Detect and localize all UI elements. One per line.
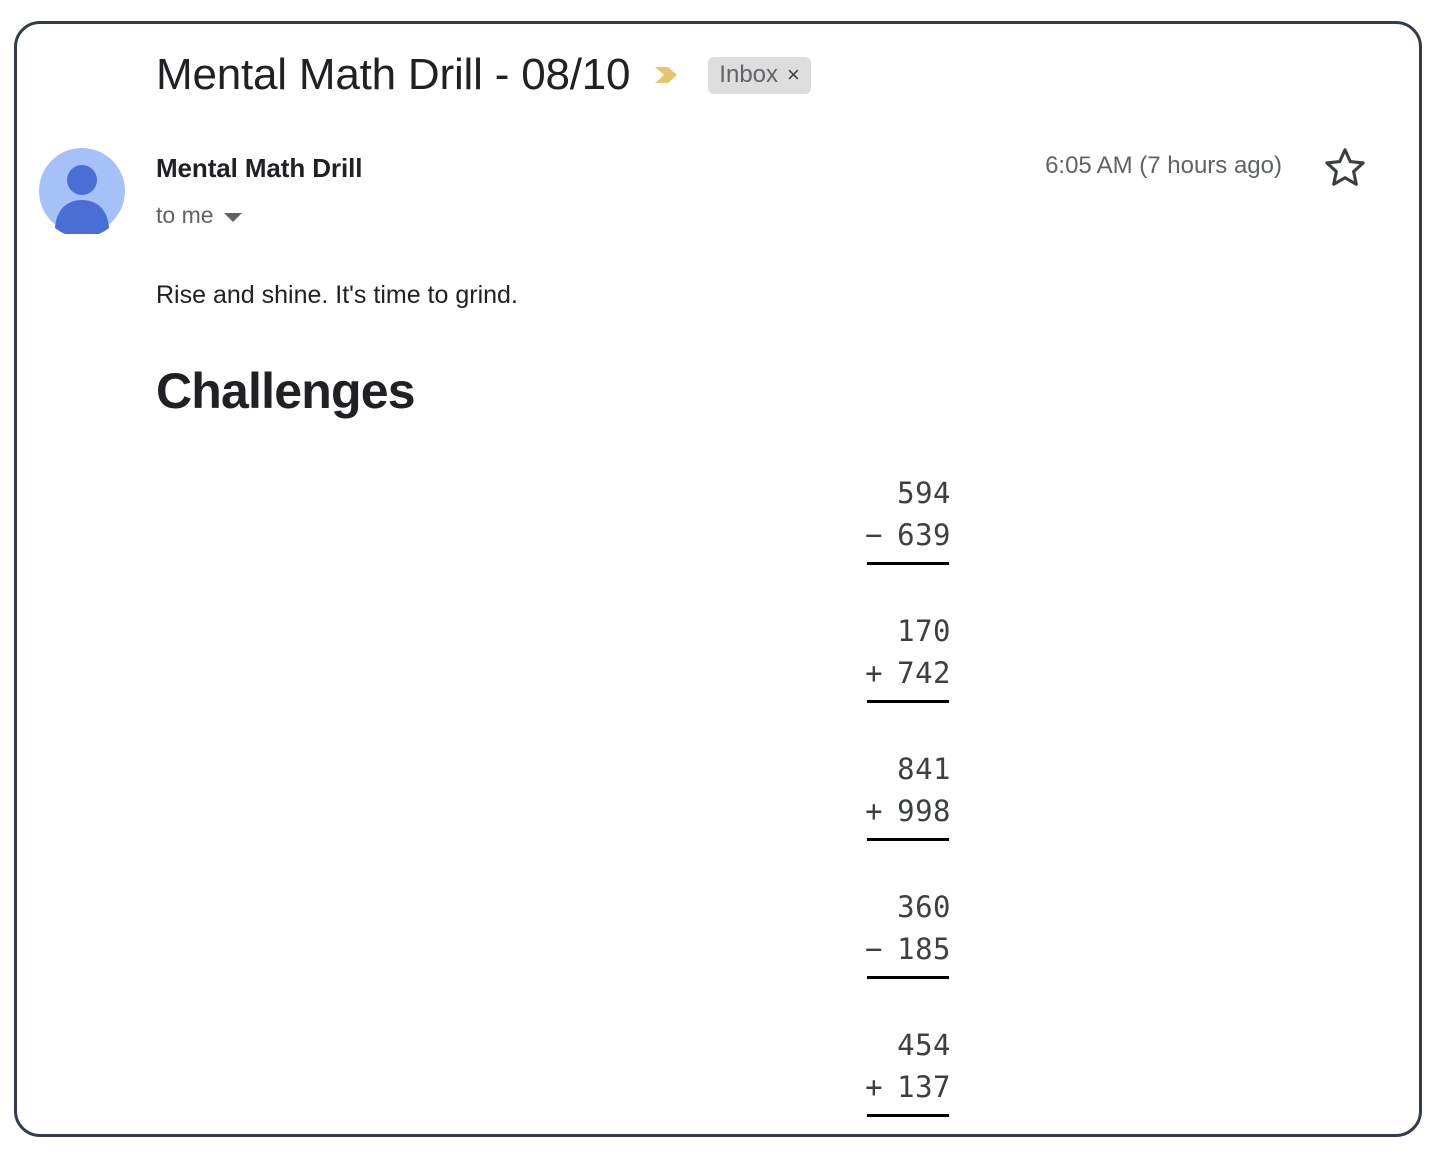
math-problem: 841 +998 xyxy=(17,748,1419,886)
math-operator: − xyxy=(865,518,884,552)
math-operator: − xyxy=(865,932,884,966)
math-operand-bottom: 185 xyxy=(897,932,951,966)
math-problem: 594−639 xyxy=(17,472,1419,610)
star-outline-icon[interactable] xyxy=(1323,145,1367,189)
math-answer-rule xyxy=(867,838,949,841)
subject-row: Mental Math Drill - 08/10 Inbox × xyxy=(156,45,811,105)
math-operand-top: 360 xyxy=(897,890,951,924)
math-operand-bottom-row: +742 xyxy=(853,652,951,694)
body-greeting: Rise and shine. It's time to grind. xyxy=(156,281,518,309)
math-operand-bottom: 137 xyxy=(897,1070,951,1104)
math-answer-rule xyxy=(867,700,949,703)
math-operand-top: 454 xyxy=(897,1028,951,1062)
math-operator: + xyxy=(865,794,884,828)
math-operator: + xyxy=(865,656,884,690)
math-operand-bottom: 998 xyxy=(897,794,951,828)
math-problem-body: 170 +742 xyxy=(853,610,951,703)
math-operand-top: 594 xyxy=(897,476,951,510)
math-operand-top: 170 xyxy=(897,614,951,648)
label-chip-text: Inbox xyxy=(719,60,779,88)
math-operand-bottom: 639 xyxy=(897,518,951,552)
math-problem: 454 +137 xyxy=(17,1024,1419,1134)
email-message-card: Mental Math Drill - 08/10 Inbox × Mental… xyxy=(14,21,1422,1137)
page-title: Mental Math Drill - 08/10 xyxy=(156,50,631,99)
chevron-down-icon[interactable] xyxy=(223,213,242,222)
math-problem: 360−185 xyxy=(17,886,1419,1024)
section-heading-challenges: Challenges xyxy=(156,363,416,419)
math-operand-bottom-row: −639 xyxy=(853,514,951,556)
timestamp: 6:05 AM (7 hours ago) xyxy=(1045,152,1282,179)
math-operator: + xyxy=(865,1070,884,1104)
close-icon[interactable]: × xyxy=(787,62,800,88)
avatar xyxy=(39,148,125,234)
important-chevron-icon[interactable] xyxy=(652,60,682,90)
math-operand-bottom-row: +137 xyxy=(853,1066,951,1108)
math-operand-top: 841 xyxy=(897,752,951,786)
math-problem-list: 594−639 170 +742 841 +998 360−185 454 +137 xyxy=(17,472,1419,1134)
math-operand-bottom-row: +998 xyxy=(853,790,951,832)
sender-name: Mental Math Drill xyxy=(156,153,363,183)
math-operand-bottom-row: −185 xyxy=(853,928,951,970)
math-problem-body: 454 +137 xyxy=(853,1024,951,1117)
label-chip-inbox[interactable]: Inbox × xyxy=(708,56,811,94)
math-answer-rule xyxy=(867,976,949,979)
recipient-label: to me xyxy=(156,202,214,228)
math-answer-rule xyxy=(867,562,949,565)
math-answer-rule xyxy=(867,1114,949,1117)
math-problem-body: 594−639 xyxy=(853,472,951,565)
math-problem: 170 +742 xyxy=(17,610,1419,748)
recipient-details-toggle[interactable]: to me xyxy=(156,202,242,229)
math-problem-body: 360−185 xyxy=(853,886,951,979)
math-operand-bottom: 742 xyxy=(897,656,951,690)
math-problem-body: 841 +998 xyxy=(853,748,951,841)
